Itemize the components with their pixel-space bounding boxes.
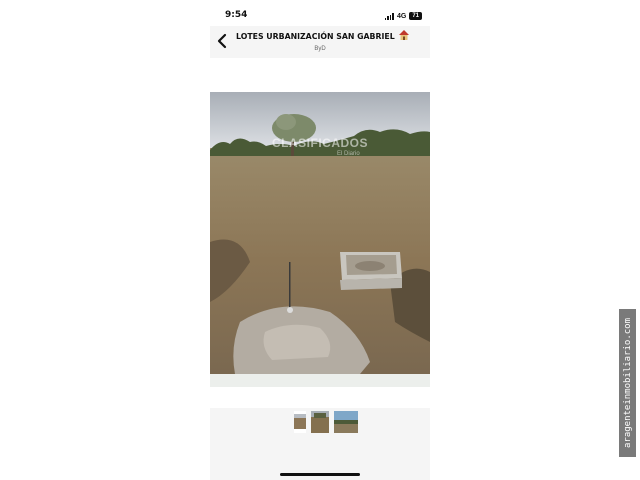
network-type: 4G bbox=[396, 12, 407, 20]
battery-icon: 71 bbox=[409, 12, 422, 20]
status-time: 9:54 bbox=[225, 10, 248, 20]
lot-photo[interactable] bbox=[210, 92, 430, 374]
thumbnail-2[interactable] bbox=[311, 411, 329, 433]
status-indicators: 4G 71 bbox=[384, 10, 422, 22]
thumbnail-bar bbox=[210, 408, 430, 480]
house-icon bbox=[399, 30, 409, 40]
side-watermark-text: aragenteinmobiliario.com bbox=[622, 317, 633, 449]
photo-watermark-subtitle: El Diario bbox=[337, 151, 360, 157]
signal-icon bbox=[384, 12, 394, 20]
status-bar: 9:54 4G 71 bbox=[210, 0, 430, 28]
home-indicator bbox=[280, 473, 360, 476]
listing-header: LOTES URBANIZACIÓN SAN GABRIEL ByD bbox=[210, 26, 430, 58]
thumbnail-3[interactable] bbox=[334, 411, 358, 433]
photo-watermark: CLASIFICADOS bbox=[272, 136, 368, 150]
thumbnail-1[interactable] bbox=[294, 411, 306, 433]
listing-subtitle: ByD bbox=[314, 46, 326, 52]
side-watermark: aragenteinmobiliario.com bbox=[619, 309, 636, 457]
photo-bottom-strip bbox=[210, 374, 430, 387]
phone-screen: 9:54 4G 71 LOTES URBANIZACIÓN SAN GABRIE… bbox=[210, 0, 430, 480]
listing-title: LOTES URBANIZACIÓN SAN GABRIEL bbox=[236, 32, 395, 41]
